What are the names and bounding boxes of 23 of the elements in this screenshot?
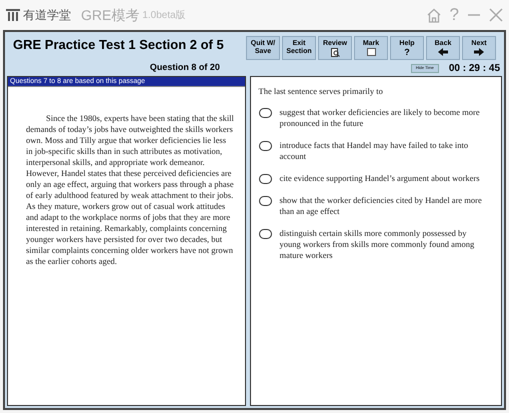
radio-button[interactable] <box>258 140 272 151</box>
passage-text: Since the 1980s, experts have been stating that the skill demands of today’s jobs have outweighted the skills workers own. Moss and Tilly argue that worker deficiencies lie less in job-specific skills than in such attributes as motivation, interpersonal skills, and appropriate work demeanor. However, Handel states that these perceived deficiencies are only an age effect, arguing that workers pass through a phase of early adulthood featured by weak attachment to their jobs. As they mature, workers grow out of casual work attitudes and adapt to the workplace norms of jobs that they are more interested in retaining. Remarkably, complaints concerning younger workers have persisted for over two decades, but similar complaints concerning older workers have not grown as the earlier cohorts aged. <box>25 112 235 267</box>
answer-option: suggest that worker deficiencies are likely to become more pronounced in the future <box>280 106 495 129</box>
question-prompt: The last sentence serves primarily to <box>258 85 384 98</box>
left-arrow-icon <box>438 48 448 56</box>
answer-option: distinguish certain skills more commonly possessed by young workers from skills more commonly found among mature workers <box>280 228 495 261</box>
radio-button[interactable] <box>258 228 272 239</box>
answer-option: cite evidence supporting Handel’s argument about workers <box>280 172 490 184</box>
magnifier-page-icon <box>330 48 340 56</box>
radio-button[interactable] <box>258 196 272 206</box>
question-counter: Question 8 of 20 <box>150 61 221 74</box>
answer-option: show that the worker deficiencies cited by Handel are more than an age effect <box>280 194 495 217</box>
radio-button[interactable] <box>258 108 272 118</box>
checkbox-icon <box>366 48 376 56</box>
answer-option: introduce facts that Handel may have failed to take into account <box>280 140 495 162</box>
radio-button[interactable] <box>258 174 272 184</box>
timer: 00 : 29 : 45 <box>448 62 500 76</box>
test-title: GRE Practice Test 1 Section 2 of 5 <box>13 36 224 54</box>
logo-icon <box>6 9 20 21</box>
right-arrow-icon <box>474 48 484 56</box>
version-label: 1.0beta版 <box>142 8 186 22</box>
app-title: GRE模考 <box>81 6 140 24</box>
brand-name: 有道学堂 <box>23 7 71 24</box>
